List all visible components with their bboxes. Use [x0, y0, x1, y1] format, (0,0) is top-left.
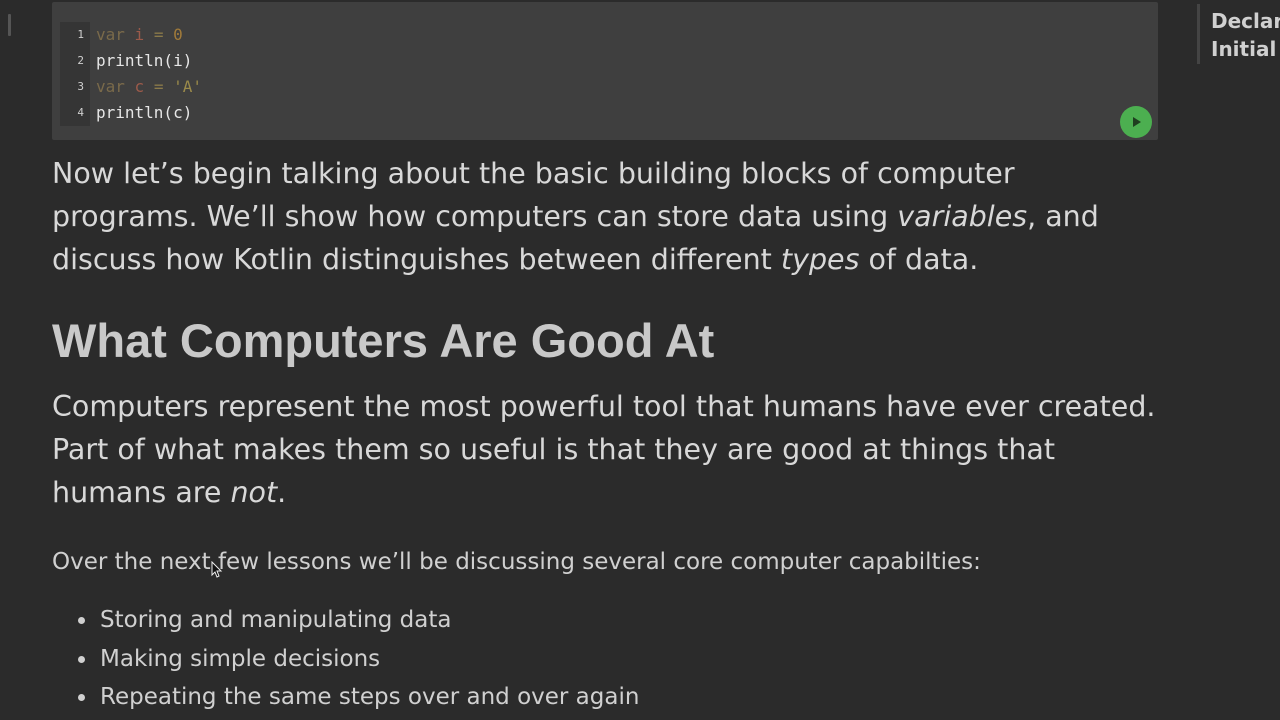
toc-link[interactable]: Declar	[1200, 7, 1280, 35]
code-text[interactable]: println(c)	[96, 103, 192, 122]
code-line[interactable]: 3 var c = 'A'	[60, 73, 202, 99]
section-heading: What Computers Are Good At	[52, 314, 715, 367]
capabilities-list: Storing and manipulating data Making simp…	[52, 601, 639, 717]
line-number: 3	[77, 79, 84, 93]
line-number: 1	[77, 27, 84, 41]
code-token: var	[96, 76, 125, 96]
line-number: 4	[77, 105, 84, 119]
toc-link[interactable]: Initial	[1200, 35, 1280, 63]
list-item: Repeating the same steps over and over a…	[52, 678, 639, 717]
sidebar-edge-handle[interactable]	[8, 14, 11, 36]
code-token: println(c)	[96, 102, 193, 122]
lesson-page: 1 var i = 0 2 println(i) 3 var c = 'A' 4 printl…	[0, 0, 1280, 720]
code-editor[interactable]: 1 var i = 0 2 println(i) 3 var c = 'A' 4 printl…	[52, 2, 1158, 140]
code-token: =	[144, 76, 174, 96]
list-item-text: Repeating the same steps over and over a…	[100, 684, 640, 710]
bullet-icon	[78, 694, 85, 701]
intro-paragraph: Now let’s begin talking about the basic …	[52, 152, 1158, 281]
play-icon	[1133, 117, 1141, 127]
emphasis-types: types	[780, 243, 860, 276]
list-item-text: Making simple decisions	[100, 645, 381, 672]
code-token: c	[134, 76, 145, 96]
list-item-text: Storing and manipulating data	[100, 607, 452, 633]
code-text[interactable]: var i = 0	[96, 25, 183, 44]
code-line[interactable]: 1 var i = 0	[60, 21, 202, 47]
section-text: .	[277, 476, 287, 509]
bullet-icon	[78, 617, 85, 624]
code-token: 'A'	[173, 76, 202, 96]
list-item: Storing and manipulating data	[52, 601, 639, 640]
list-item: Making simple decisions	[52, 640, 639, 679]
emphasis-not: not	[230, 476, 278, 509]
code-text[interactable]: var c = 'A'	[96, 77, 202, 96]
code-lines[interactable]: 1 var i = 0 2 println(i) 3 var c = 'A' 4 printl…	[60, 21, 202, 125]
bullet-icon	[78, 655, 85, 663]
code-text[interactable]: println(i)	[96, 51, 192, 70]
code-token: i	[134, 24, 145, 44]
section-text: Computers represent the most powerful to…	[52, 390, 1156, 509]
lessons-intro: Over the next few lessons we’ll be discu…	[52, 549, 981, 575]
code-line[interactable]: 2 println(i)	[60, 47, 202, 73]
line-number: 2	[77, 53, 84, 67]
intro-text: of data.	[859, 243, 979, 276]
table-of-contents: Declar Initial	[1197, 4, 1280, 64]
code-line[interactable]: 4 println(c)	[60, 99, 202, 125]
code-token: var	[96, 24, 125, 44]
run-code-button[interactable]	[1120, 106, 1152, 138]
code-token: =	[144, 24, 174, 44]
section-paragraph: Computers represent the most powerful to…	[52, 385, 1158, 514]
intro-text: Now let’s begin talking about the basic …	[52, 157, 1015, 233]
emphasis-variables: variables	[897, 200, 1028, 233]
code-token: 0	[173, 24, 183, 44]
code-token: println(i)	[96, 50, 193, 70]
